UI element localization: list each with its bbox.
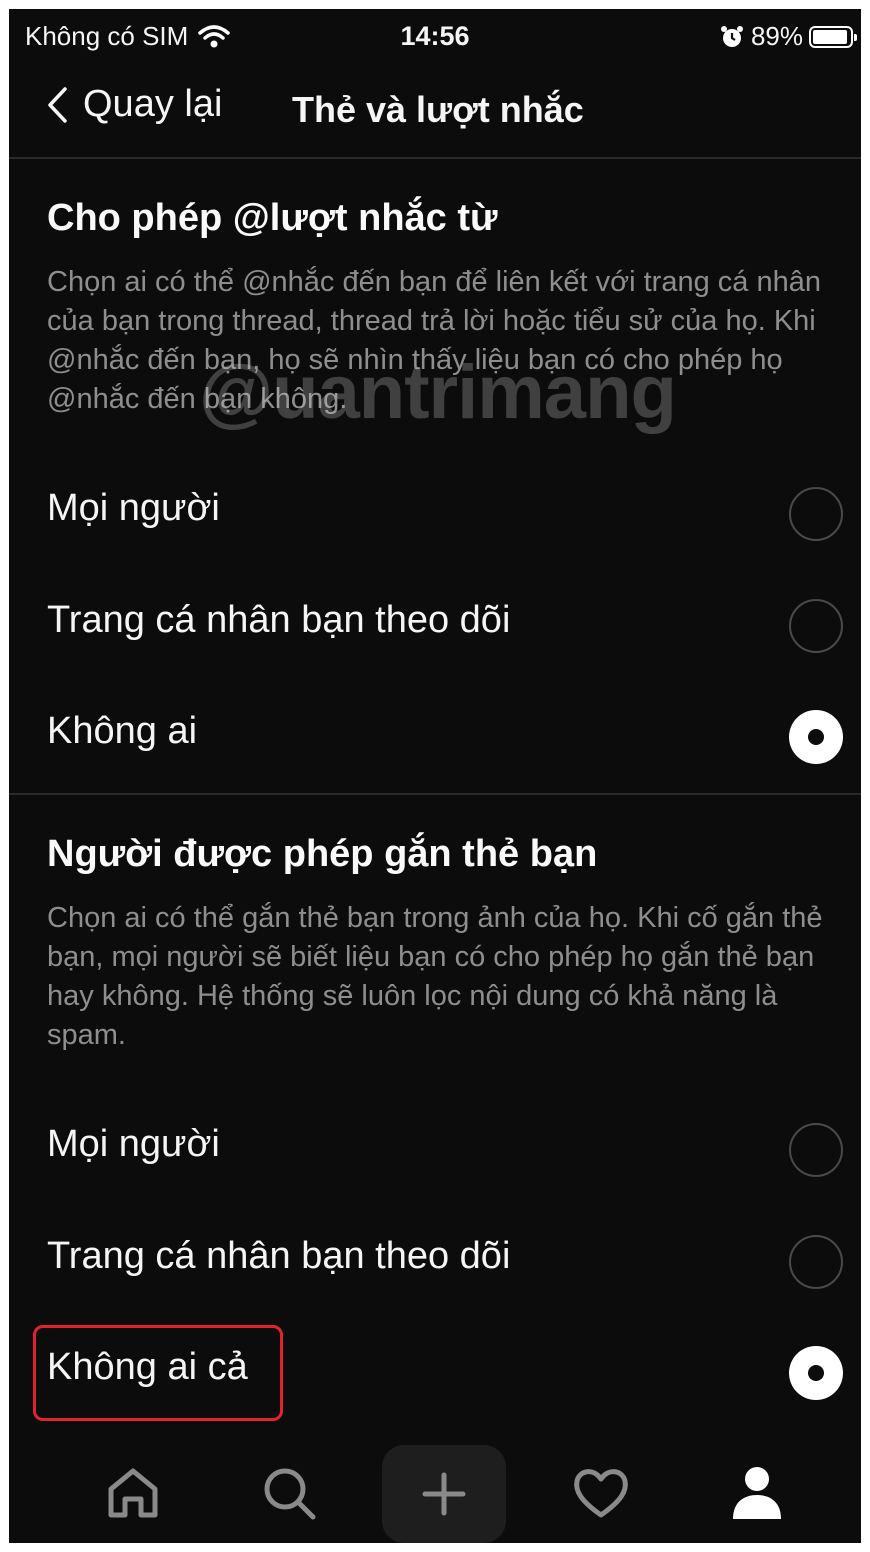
- chevron-left-icon: [48, 86, 67, 123]
- tags-section-description: Chọn ai có thể gắn thẻ bạn trong ảnh của…: [47, 902, 823, 1051]
- back-button[interactable]: Quay lại: [45, 83, 222, 126]
- tags-option-following[interactable]: Trang cá nhân bạn theo dõi: [9, 1217, 861, 1309]
- battery-percent: 89%: [750, 21, 803, 51]
- search-icon: [264, 1468, 316, 1520]
- tags-option-everyone[interactable]: Mọi người: [9, 1105, 861, 1197]
- tab-profile[interactable]: [717, 1453, 797, 1533]
- tab-search[interactable]: [249, 1453, 329, 1533]
- radio-button-selected[interactable]: [789, 710, 843, 764]
- tab-bar: [9, 1443, 861, 1543]
- status-bar: Không có SIM 14:56 89%: [9, 21, 861, 61]
- profile-icon: [733, 1467, 781, 1519]
- radio-button[interactable]: [789, 1123, 843, 1177]
- heart-icon: [574, 1469, 628, 1518]
- tab-new-thread[interactable]: [382, 1445, 506, 1543]
- alarm-icon: [720, 25, 743, 47]
- tab-home[interactable]: [93, 1453, 173, 1533]
- tab-activity[interactable]: [561, 1453, 641, 1533]
- mentions-option-no-one[interactable]: Không ai: [9, 692, 861, 784]
- option-label: Mọi người: [47, 487, 220, 529]
- tags-section-title: Người được phép gắn thẻ bạn: [47, 833, 598, 875]
- radio-button-selected[interactable]: [789, 1346, 843, 1400]
- section-divider: [9, 793, 861, 795]
- option-label: Trang cá nhân bạn theo dõi: [47, 599, 511, 641]
- radio-button[interactable]: [789, 599, 843, 653]
- home-icon: [108, 1468, 158, 1518]
- radio-button[interactable]: [789, 487, 843, 541]
- mentions-option-everyone[interactable]: Mọi người: [9, 469, 861, 561]
- option-label: Mọi người: [47, 1123, 220, 1165]
- battery-icon: [809, 25, 857, 48]
- option-label: Trang cá nhân bạn theo dõi: [47, 1235, 511, 1277]
- mentions-option-following[interactable]: Trang cá nhân bạn theo dõi: [9, 581, 861, 673]
- nav-header: Quay lại Thẻ và lượt nhắc: [9, 79, 861, 159]
- status-right: 89%: [719, 21, 857, 52]
- back-label: Quay lại: [83, 83, 223, 125]
- watermark: @uantrimang: [199, 350, 677, 435]
- header-divider: [9, 157, 861, 159]
- option-label: Không ai: [47, 710, 198, 752]
- mentions-section-title: Cho phép @lượt nhắc từ: [47, 197, 498, 239]
- highlight-box: [33, 1325, 283, 1421]
- radio-button[interactable]: [789, 1235, 843, 1289]
- plus-icon: [422, 1472, 466, 1516]
- page-title: Thẻ và lượt nhắc: [292, 89, 584, 130]
- screen: Không có SIM 14:56 89% Quay lại Thẻ và l…: [9, 9, 861, 1543]
